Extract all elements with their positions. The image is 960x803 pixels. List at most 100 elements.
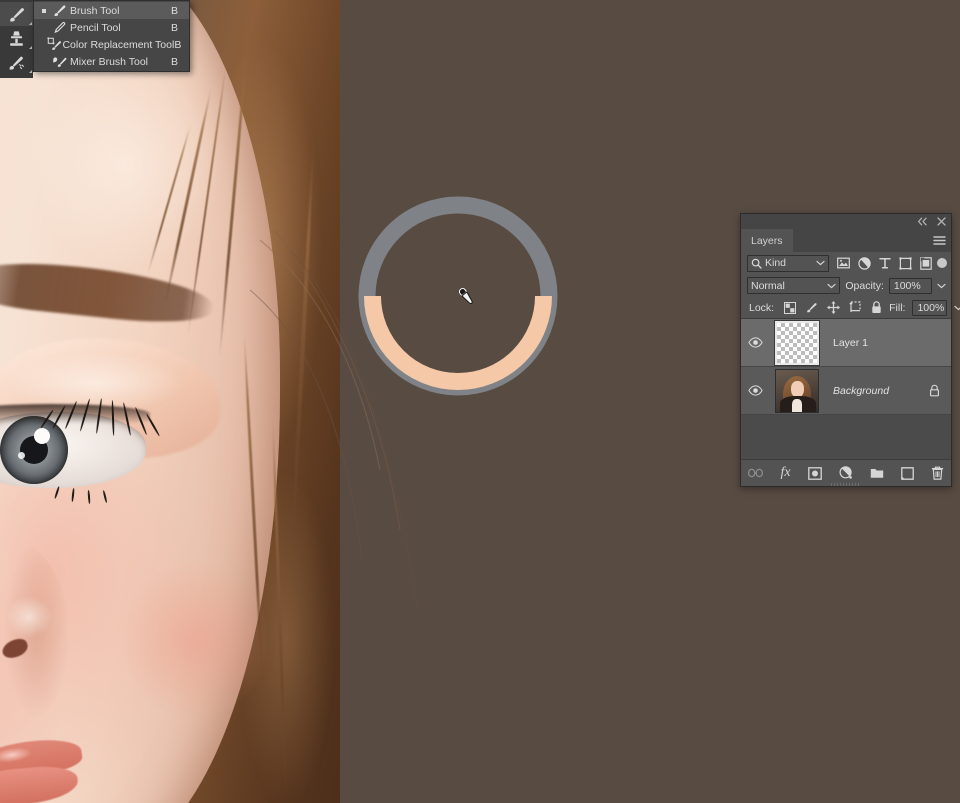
- layers-panel[interactable]: Layers Kind: [740, 213, 952, 487]
- photo-cheek-blush: [120, 560, 270, 720]
- layer-thumbnail-cell[interactable]: [769, 321, 825, 365]
- layer-mask-icon: [808, 467, 822, 480]
- selected-marker-icon: [38, 9, 49, 13]
- lock-transparent-pixels-icon[interactable]: [784, 302, 796, 314]
- layers-panel-footer[interactable]: fx: [741, 459, 951, 486]
- pencil-icon: [49, 20, 70, 35]
- history-brush-icon: [7, 53, 26, 72]
- opacity-chevron-down-icon[interactable]: [937, 283, 946, 289]
- flyout-item-mixer-brush-tool[interactable]: Mixer Brush Tool B: [34, 53, 189, 70]
- panel-titlebar[interactable]: [741, 214, 951, 229]
- tool-button-brush-tool[interactable]: [0, 2, 33, 26]
- lock-row[interactable]: Lock:: [741, 297, 951, 319]
- shape-layer-filter-icon[interactable]: [899, 257, 912, 270]
- lock-all-icon[interactable]: [871, 301, 882, 314]
- table-row[interactable]: Layer 1: [741, 319, 951, 367]
- smart-object-filter-icon[interactable]: [920, 257, 932, 270]
- stamp-icon: [7, 29, 26, 48]
- brush-icon: [7, 5, 26, 24]
- opacity-value: 100%: [894, 280, 921, 292]
- new-group-button[interactable]: [870, 467, 884, 479]
- chevron-down-icon[interactable]: [827, 283, 836, 289]
- brush-icon: [49, 3, 70, 18]
- adjustment-layer-filter-icon[interactable]: [858, 257, 871, 270]
- blend-mode-value: Normal: [751, 280, 827, 292]
- opacity-label: Opacity:: [845, 280, 884, 292]
- photo-nose-highlight: [6, 596, 52, 638]
- collapse-chevrons-icon[interactable]: [917, 217, 928, 226]
- panel-menu-icon[interactable]: [927, 229, 951, 252]
- layer-visibility-toggle[interactable]: [741, 385, 769, 396]
- link-icon: [748, 468, 763, 478]
- layer-thumbnail-portrait: [775, 369, 819, 413]
- folder-icon: [870, 467, 884, 479]
- lock-position-icon[interactable]: [827, 301, 840, 314]
- tool-expand-triangle-icon: [29, 46, 32, 49]
- table-row[interactable]: Background: [741, 367, 951, 415]
- chevron-down-icon[interactable]: [816, 260, 825, 266]
- eyedropper-cursor: [455, 285, 477, 307]
- photo-eye-catchlight-small: [18, 452, 25, 459]
- flyout-item-label: Color Replacement Tool: [62, 39, 174, 51]
- flyout-item-color-replacement-tool[interactable]: Color Replacement Tool B: [34, 36, 189, 53]
- layer-style-button[interactable]: fx: [780, 466, 790, 480]
- panel-tab-strip[interactable]: Layers: [741, 229, 951, 252]
- panel-resize-grip[interactable]: [831, 483, 861, 486]
- link-layers-button[interactable]: [748, 468, 763, 478]
- flyout-item-label: Pencil Tool: [70, 22, 171, 34]
- hud-ring-selected-color-arc: [373, 296, 544, 382]
- layer-filter-row[interactable]: Kind: [741, 252, 951, 274]
- lock-image-pixels-icon[interactable]: [805, 301, 818, 314]
- layer-name[interactable]: Background: [825, 385, 917, 397]
- eye-icon: [748, 385, 763, 396]
- flyout-item-label: Brush Tool: [70, 5, 171, 17]
- blend-mode-select[interactable]: Normal: [747, 277, 840, 294]
- photoshop-window: Brush Tool B Pencil Tool B: [0, 0, 960, 803]
- fill-field[interactable]: 100%: [912, 300, 947, 316]
- layer-locked-badge: [917, 384, 951, 397]
- photo-forehead-highlight: [30, 60, 220, 270]
- tool-button-history-brush-tool[interactable]: [0, 50, 33, 74]
- flyout-item-pencil-tool[interactable]: Pencil Tool B: [34, 19, 189, 36]
- blend-mode-row[interactable]: Normal Opacity: 100%: [741, 274, 951, 297]
- layer-filter-type-icons[interactable]: [837, 257, 932, 270]
- layer-visibility-toggle[interactable]: [741, 337, 769, 348]
- layer-thumbnail-transparent: [775, 321, 819, 365]
- tools-panel[interactable]: [0, 0, 33, 78]
- eye-icon: [748, 337, 763, 348]
- pixel-layer-filter-icon[interactable]: [837, 257, 850, 269]
- tab-strip-filler: [793, 229, 927, 252]
- fill-value: 100%: [917, 302, 944, 314]
- lock-icon: [929, 384, 940, 397]
- adjustment-layer-icon: [839, 466, 853, 480]
- photo-eye-catchlight: [34, 428, 50, 444]
- layer-thumbnail-cell[interactable]: [769, 369, 825, 413]
- layer-filter-kind-select[interactable]: Kind: [747, 255, 829, 272]
- fill-label: Fill:: [889, 302, 905, 314]
- delete-layer-button[interactable]: [931, 466, 944, 480]
- tab-layers-label: Layers: [751, 235, 783, 247]
- tab-layers[interactable]: Layers: [741, 229, 793, 252]
- new-adjustment-layer-button[interactable]: [839, 466, 853, 480]
- color-replacement-icon: [46, 37, 62, 52]
- filter-enable-toggle[interactable]: [937, 258, 947, 268]
- opacity-field[interactable]: 100%: [889, 278, 932, 294]
- trash-icon: [931, 466, 944, 480]
- tool-button-clone-stamp-tool[interactable]: [0, 26, 33, 50]
- fill-chevron-down-icon[interactable]: [954, 305, 960, 311]
- new-layer-button[interactable]: [901, 467, 914, 480]
- layer-list[interactable]: Layer 1 Ba: [741, 319, 951, 459]
- layer-name[interactable]: Layer 1: [825, 337, 917, 349]
- portrait-photo: [0, 0, 340, 803]
- brush-tool-flyout-menu[interactable]: Brush Tool B Pencil Tool B: [33, 0, 190, 72]
- mixer-brush-icon: [49, 54, 70, 69]
- lock-buttons[interactable]: [784, 301, 882, 314]
- type-layer-filter-icon[interactable]: [879, 257, 891, 269]
- add-layer-mask-button[interactable]: [808, 467, 822, 480]
- close-icon[interactable]: [937, 217, 946, 226]
- new-layer-icon: [901, 467, 914, 480]
- flyout-item-shortcut: B: [171, 5, 185, 17]
- lock-artboard-nesting-icon[interactable]: [849, 301, 862, 314]
- flyout-item-shortcut: B: [174, 39, 185, 51]
- flyout-item-brush-tool[interactable]: Brush Tool B: [34, 2, 189, 19]
